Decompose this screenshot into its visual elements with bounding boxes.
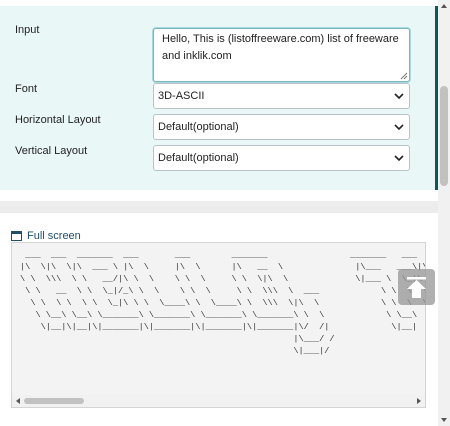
scroll-up-arrow-icon[interactable] (440, 2, 448, 10)
horizontal-layout-label: Horizontal Layout (15, 114, 101, 126)
section-divider (0, 201, 438, 213)
ascii-output-box[interactable]: ___ ___ _______ ___ ___ _______ _______ … (11, 242, 426, 408)
chevron-down-icon (394, 93, 404, 100)
input-text: Hello, This is (listoffreeware.com) list… (162, 33, 399, 62)
input-textarea[interactable]: Hello, This is (listoffreeware.com) list… (153, 28, 410, 82)
scroll-left-arrow-icon[interactable] (14, 397, 22, 405)
generator-form: Input Hello, This is (listoffreeware.com… (0, 6, 438, 190)
page: Input Hello, This is (listoffreeware.com… (0, 0, 438, 426)
font-label: Font (15, 83, 38, 95)
horizontal-layout-value: Default(optional) (158, 121, 239, 133)
vertical-layout-value: Default(optional) (158, 152, 239, 164)
chevron-down-icon (394, 155, 404, 162)
page-vertical-scrollbar[interactable] (438, 0, 450, 426)
fullscreen-label: Full screen (27, 230, 81, 242)
horizontal-scroll-thumb[interactable] (24, 398, 84, 404)
chevron-down-icon (394, 124, 404, 131)
vertical-layout-select[interactable]: Default(optional) (153, 145, 410, 171)
back-to-top-button[interactable] (398, 269, 435, 305)
vertical-layout-label: Vertical Layout (15, 145, 88, 157)
arrow-up-icon (407, 277, 426, 298)
window-icon (11, 231, 22, 241)
ascii-art-output: ___ ___ _______ ___ ___ _______ _______ … (20, 250, 426, 356)
horizontal-layout-select[interactable]: Default(optional) (153, 114, 410, 140)
scroll-right-arrow-icon[interactable] (415, 397, 423, 405)
horizontal-scrollbar[interactable] (12, 395, 425, 407)
font-select-value: 3D-ASCII (158, 90, 205, 102)
resize-handle-icon[interactable] (400, 72, 408, 80)
fullscreen-link[interactable]: Full screen (11, 229, 81, 243)
input-label: Input (15, 24, 40, 36)
vertical-scroll-thumb[interactable] (440, 86, 448, 186)
scroll-down-arrow-icon[interactable] (440, 416, 448, 424)
font-select[interactable]: 3D-ASCII (153, 83, 410, 109)
